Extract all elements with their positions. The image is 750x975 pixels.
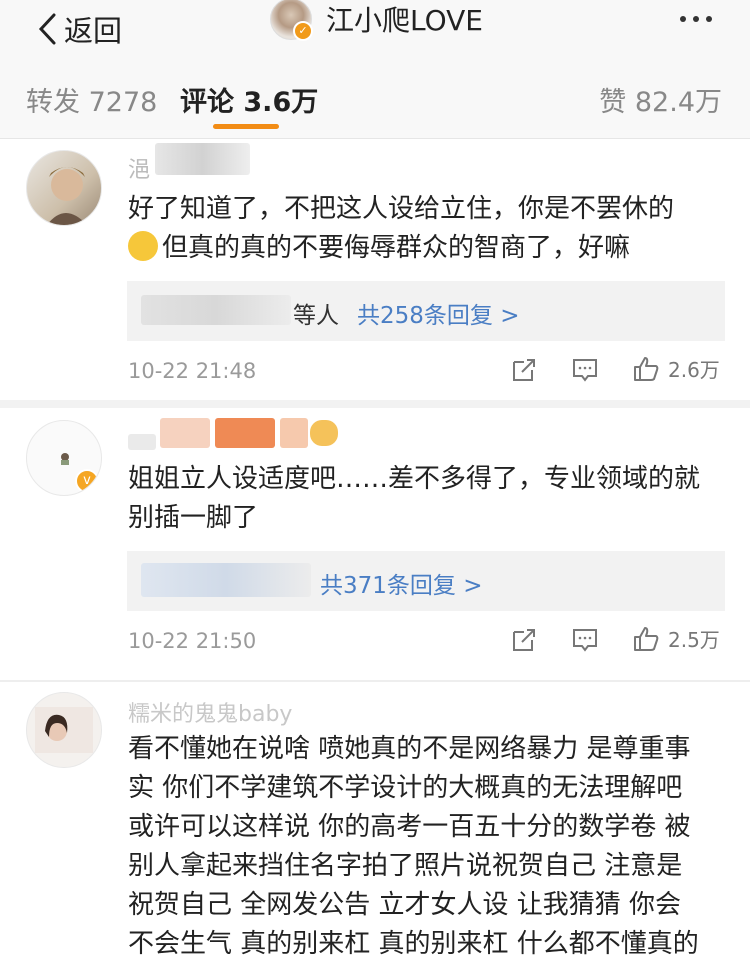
comment-item: 浥 好了知道了，不把这人设给立住，你是不罢休的 但真的真的不要侮辱群众的智商了，… — [0, 138, 750, 400]
comment-username[interactable]: 浥 — [128, 152, 150, 183]
comment-timestamp: 10-22 21:50 — [128, 629, 257, 653]
thumbs-up-icon — [634, 626, 659, 651]
more-dots-icon[interactable] — [680, 0, 712, 38]
like-count: 2.5万 — [668, 628, 720, 652]
comment-button[interactable] — [571, 626, 599, 654]
comment-text: 好了知道了，不把这人设给立住，你是不罢休的 但真的真的不要侮辱群众的智商了，好嘛 — [128, 194, 675, 263]
avatar[interactable]: v — [26, 420, 102, 496]
tab-comments[interactable]: 评论 3.6万 — [180, 80, 318, 119]
like-button[interactable]: 2.6万 — [632, 354, 720, 383]
page-title-area[interactable]: ✓ 江小爬LOVE — [270, 0, 483, 41]
comment-icon — [573, 359, 597, 382]
back-label: 返回 — [64, 14, 123, 48]
comment-icon — [573, 629, 597, 652]
chevron-left-icon — [38, 13, 56, 45]
like-button[interactable]: 2.5万 — [632, 624, 720, 653]
comment-item: v 姐姐立人设适度吧……差不多得了，专业领域的就 别插一脚了 共371条回复 >… — [0, 408, 750, 682]
blurred-reply-names — [141, 295, 291, 325]
avatar[interactable]: ✓ — [270, 0, 313, 41]
tab-repost[interactable]: 转发 7278 — [26, 80, 157, 119]
reply-prefix: 等人 — [293, 303, 339, 329]
repost-button[interactable] — [510, 356, 538, 384]
comment-button[interactable] — [571, 356, 599, 384]
avatar-photo-icon — [35, 707, 93, 753]
active-tab-indicator — [213, 124, 279, 129]
reply-preview[interactable]: 等人 共258条回复 > — [127, 281, 725, 341]
reply-count-link[interactable]: 共371条回复 > — [320, 566, 482, 600]
blurred-reply-names — [141, 563, 311, 597]
verified-badge-icon: ✓ — [293, 21, 313, 41]
share-icon — [513, 629, 535, 651]
comment-text: 姐姐立人设适度吧……差不多得了，专业领域的就 别插一脚了 — [128, 464, 701, 533]
comment-username[interactable]: 糯米的鬼鬼baby — [128, 696, 292, 727]
comment-item: 糯米的鬼鬼baby 看不懂她在说啥 喷她真的不是网络暴力 是尊重事 实 你们不学… — [0, 682, 750, 975]
reply-preview[interactable]: 共371条回复 > — [127, 551, 725, 611]
comment-divider — [0, 400, 750, 408]
verified-badge-icon: v — [75, 469, 99, 493]
thumbs-up-icon — [634, 356, 659, 381]
back-button[interactable]: 返回 — [36, 0, 122, 58]
tab-bar: 转发 7278 评论 3.6万 赞 82.4万 — [0, 58, 750, 139]
tab-likes[interactable]: 赞 82.4万 — [599, 80, 722, 119]
avatar[interactable] — [26, 692, 102, 768]
crying-emoji-icon — [128, 231, 158, 261]
blurred-username — [155, 143, 250, 175]
share-icon — [513, 359, 535, 381]
top-navbar: 返回 ✓ 江小爬LOVE — [0, 0, 750, 58]
like-count: 2.6万 — [668, 358, 720, 382]
comment-timestamp: 10-22 21:48 — [128, 359, 257, 383]
avatar-portrait-icon — [47, 167, 87, 225]
page-title: 江小爬LOVE — [326, 4, 483, 37]
repost-button[interactable] — [510, 626, 538, 654]
avatar[interactable] — [26, 150, 102, 226]
comment-text: 看不懂她在说啥 喷她真的不是网络暴力 是尊重事 实 你们不学建筑不学设计的大概真… — [128, 734, 699, 959]
reply-count-link[interactable]: 共258条回复 > — [357, 296, 519, 330]
